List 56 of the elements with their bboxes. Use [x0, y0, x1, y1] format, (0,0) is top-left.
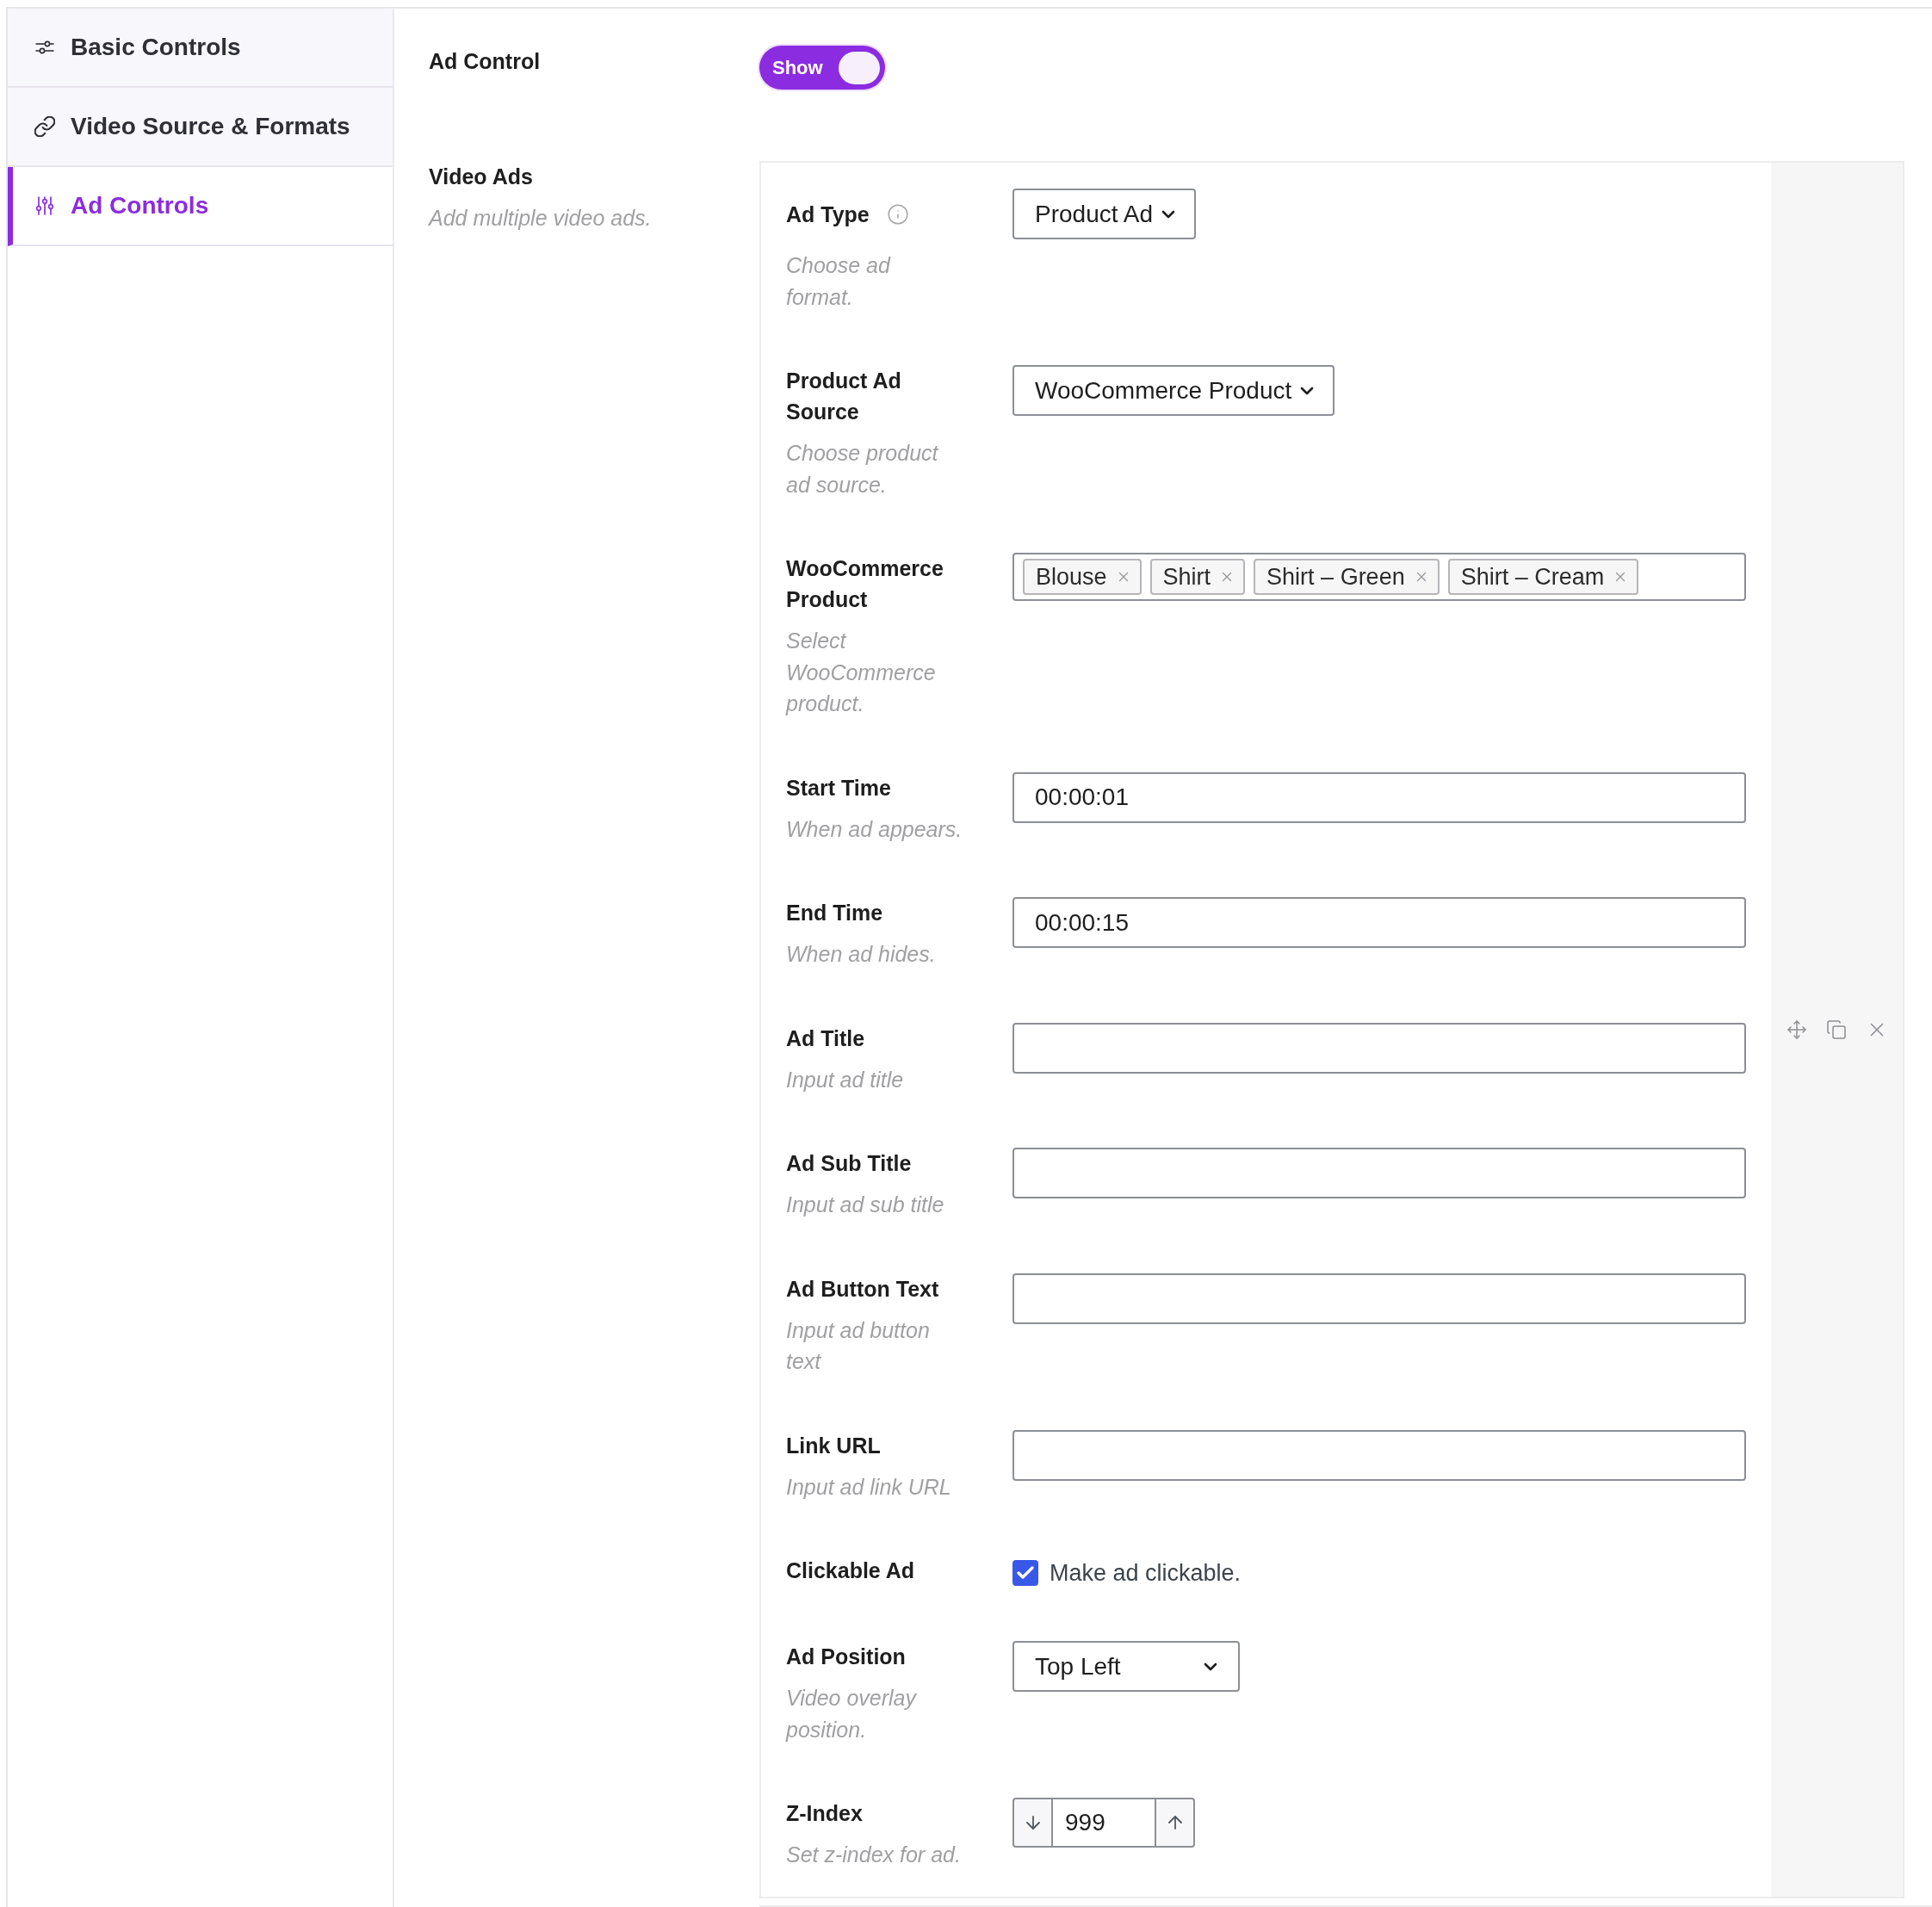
field-description: Set z-index for ad. [786, 1842, 962, 1868]
info-icon[interactable] [886, 202, 909, 226]
decrement-button[interactable] [1012, 1798, 1053, 1848]
select-dropdown[interactable]: Product Ad [1012, 189, 1196, 239]
field-label: Product Ad Source [786, 368, 902, 425]
field-description: When ad hides. [786, 941, 937, 968]
text-field[interactable] [1012, 1022, 1746, 1074]
field-description: Input ad title [786, 1066, 905, 1093]
field-label: Ad Sub Title [786, 1150, 912, 1177]
select-dropdown[interactable]: WooCommerce Product [1012, 365, 1335, 416]
section-description: Add multiple video ads. [429, 205, 653, 232]
field-label: Ad Position [786, 1644, 906, 1670]
sidebar-item[interactable]: Basic Controls [8, 9, 393, 88]
field-description: Input ad link URL [786, 1473, 952, 1501]
section-label: Video Ads [429, 164, 534, 190]
field-label: Clickable Ad [786, 1557, 915, 1584]
field-label: Start Time [786, 774, 891, 802]
field-label: Ad Type [786, 201, 870, 228]
section-label: Ad Control [429, 48, 542, 75]
product-tag[interactable]: Shirt – Green [1254, 559, 1440, 595]
checkbox-label: Make ad clickable. [1050, 1559, 1242, 1587]
field-description: Video overlay position. [786, 1685, 918, 1743]
toggle-knob [839, 51, 880, 84]
field-description: Input ad sub title [786, 1192, 945, 1218]
text-field[interactable]: 00:00:01 [1012, 771, 1746, 823]
product-tag[interactable]: Shirt [1149, 559, 1246, 595]
link-icon [34, 116, 55, 137]
product-tag[interactable]: Shirt – Cream [1447, 559, 1639, 595]
number-field[interactable]: 999 [1053, 1798, 1155, 1848]
field-label: WooCommerce Product [786, 555, 944, 613]
field-description: When ad appears. [786, 815, 963, 843]
field-label: Z-Index [786, 1800, 863, 1827]
increment-button[interactable] [1155, 1798, 1195, 1848]
sliders-icon [35, 40, 54, 54]
copy-icon[interactable] [1825, 1019, 1847, 1040]
field-description: Choose product ad source. [786, 440, 940, 498]
field-label: Ad Title [786, 1025, 865, 1052]
text-field[interactable] [1012, 1148, 1746, 1198]
text-field[interactable]: 00:00:15 [1012, 897, 1746, 948]
toggle-switch[interactable]: Show [759, 46, 885, 90]
field-label: End Time [786, 900, 883, 926]
sliders-icon [36, 196, 53, 215]
field-description: Input ad button text [786, 1316, 931, 1375]
text-field[interactable] [1012, 1429, 1746, 1481]
select-dropdown[interactable]: Top Left [1012, 1641, 1240, 1692]
checkbox[interactable] [1012, 1560, 1038, 1586]
text-field[interactable] [1012, 1272, 1746, 1324]
sidebar-item[interactable]: Ad Controls [8, 167, 393, 246]
product-tag[interactable]: Blouse [1023, 559, 1142, 595]
field-description: Select WooCommerce product. [786, 628, 937, 717]
tags-field[interactable]: Blouse Shirt Shirt – Green Shirt – Cream [1012, 553, 1746, 601]
field-label: Ad Button Text [786, 1275, 939, 1303]
field-label: Link URL [786, 1432, 881, 1459]
sidebar-item[interactable]: Video Source & Formats [8, 88, 393, 167]
move-icon[interactable] [1786, 1019, 1807, 1040]
field-description: Choose ad format. [786, 252, 892, 311]
